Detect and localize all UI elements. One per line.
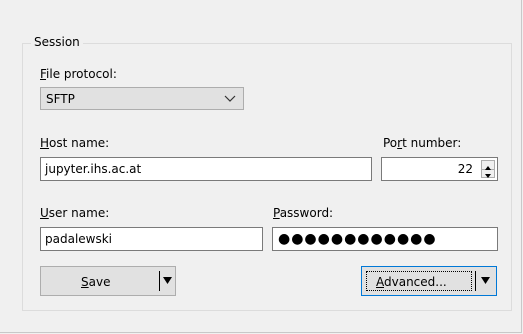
password-label: Password: <box>273 205 333 221</box>
save-button[interactable]: Save <box>40 266 176 296</box>
user-name-accel: U <box>40 206 49 220</box>
file-protocol-label-rest: ile protocol: <box>46 67 117 81</box>
host-name-label: Host name: <box>40 135 109 151</box>
file-protocol-select[interactable]: SFTP <box>40 87 244 110</box>
file-protocol-value: SFTP <box>46 92 75 106</box>
host-name-value: jupyter.ihs.ac.at <box>45 162 142 176</box>
file-protocol-label: File protocol: <box>40 66 117 82</box>
advanced-accel: A <box>376 275 384 289</box>
session-group-title: Session <box>31 34 83 50</box>
save-button-label: Save <box>81 274 110 290</box>
port-number-label-prefix: Po <box>383 136 398 150</box>
host-name-accel: H <box>40 136 50 150</box>
user-name-input[interactable]: padalewski <box>40 227 263 251</box>
password-accel: P <box>273 206 280 220</box>
user-name-label-rest: ser name: <box>48 206 110 220</box>
triangle-down-icon[interactable] <box>481 277 490 284</box>
spin-down-icon[interactable] <box>482 169 494 178</box>
password-masked-value: ●●●●●●●●●●●● <box>278 231 437 247</box>
triangle-down-icon[interactable] <box>163 277 172 284</box>
port-number-label-rest: t number: <box>402 136 462 150</box>
save-split-separator <box>159 271 160 291</box>
password-label-rest: assword: <box>279 206 334 220</box>
save-label-rest: ave <box>88 275 111 289</box>
user-name-label: User name: <box>40 205 109 221</box>
host-name-input[interactable]: jupyter.ihs.ac.at <box>40 157 372 181</box>
save-accel: S <box>81 275 89 289</box>
advanced-button-label: Advanced... <box>376 274 447 290</box>
port-number-value: 22 <box>457 162 473 176</box>
host-name-label-rest: ost name: <box>49 136 110 150</box>
port-number-input[interactable]: 22 <box>381 157 498 181</box>
chevron-down-icon <box>224 95 236 102</box>
advanced-label-rest: dvanced... <box>384 275 447 289</box>
port-number-label: Port number: <box>383 135 461 151</box>
user-name-value: padalewski <box>45 232 113 246</box>
port-spinner[interactable] <box>481 160 495 178</box>
advanced-button[interactable]: Advanced... <box>361 266 497 296</box>
password-input[interactable]: ●●●●●●●●●●●● <box>272 227 498 251</box>
advanced-split-separator <box>475 271 476 291</box>
